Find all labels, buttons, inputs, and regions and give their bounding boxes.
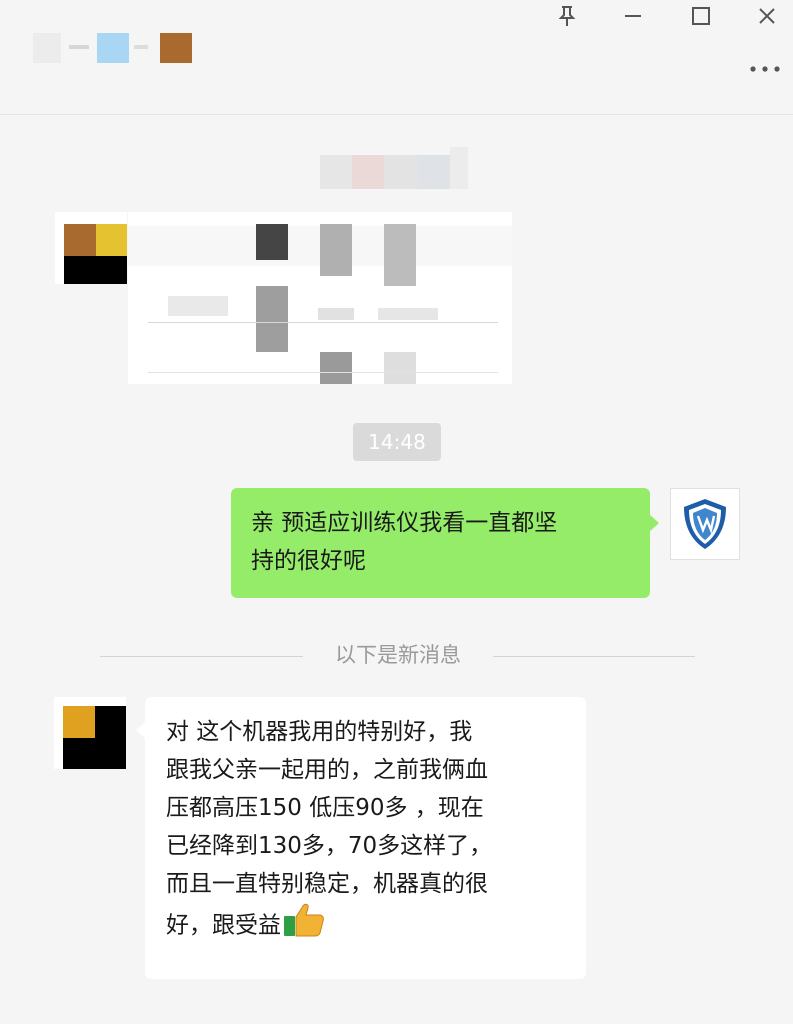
- new-messages-divider: 以下是新消息: [100, 640, 695, 670]
- self-avatar[interactable]: [670, 488, 740, 560]
- redacted-system-notice: [320, 147, 468, 191]
- message-text-line-last: 好，跟受益: [166, 903, 568, 949]
- divider-line: [493, 656, 695, 657]
- thumbs-up-emoji: [283, 903, 325, 949]
- message-text-line: 已经降到130多，70多这样了，: [166, 833, 493, 859]
- divider-line: [100, 656, 303, 657]
- message-text-line: 跟我父亲一起用的，之前我俩血: [166, 757, 488, 783]
- redacted-image-message[interactable]: [128, 212, 512, 384]
- message-timestamp: 14:48: [353, 423, 441, 461]
- message-text-line: 持的很好呢: [251, 548, 366, 574]
- close-icon[interactable]: [750, 0, 784, 32]
- message-text-line: 亲 预适应训练仪我看一直都坚: [251, 510, 558, 536]
- message-text-line: 对 这个机器我用的特别好，我: [166, 719, 473, 745]
- pin-icon[interactable]: [550, 0, 584, 32]
- message-text-fragment: 好，跟受益: [166, 912, 281, 939]
- maximize-icon[interactable]: [684, 0, 718, 32]
- message-text-line: 而且一直特别稳定，机器真的很: [166, 871, 488, 897]
- contact-name-redacted: [33, 33, 193, 65]
- minimize-icon[interactable]: [616, 0, 650, 32]
- new-messages-label: 以下是新消息: [335, 643, 461, 667]
- avatar-redacted[interactable]: [55, 212, 127, 284]
- shield-icon: [684, 499, 726, 549]
- contact-avatar[interactable]: [54, 697, 126, 769]
- message-text-line: 压都高压150 低压90多 ，现在: [166, 795, 484, 821]
- outgoing-message-bubble[interactable]: 亲 预适应训练仪我看一直都坚 持的很好呢: [231, 488, 659, 598]
- more-icon[interactable]: [745, 56, 785, 82]
- incoming-message-bubble[interactable]: 对 这个机器我用的特别好，我 跟我父亲一起用的，之前我俩血 压都高压150 低压…: [136, 697, 586, 979]
- title-bar: [0, 0, 793, 115]
